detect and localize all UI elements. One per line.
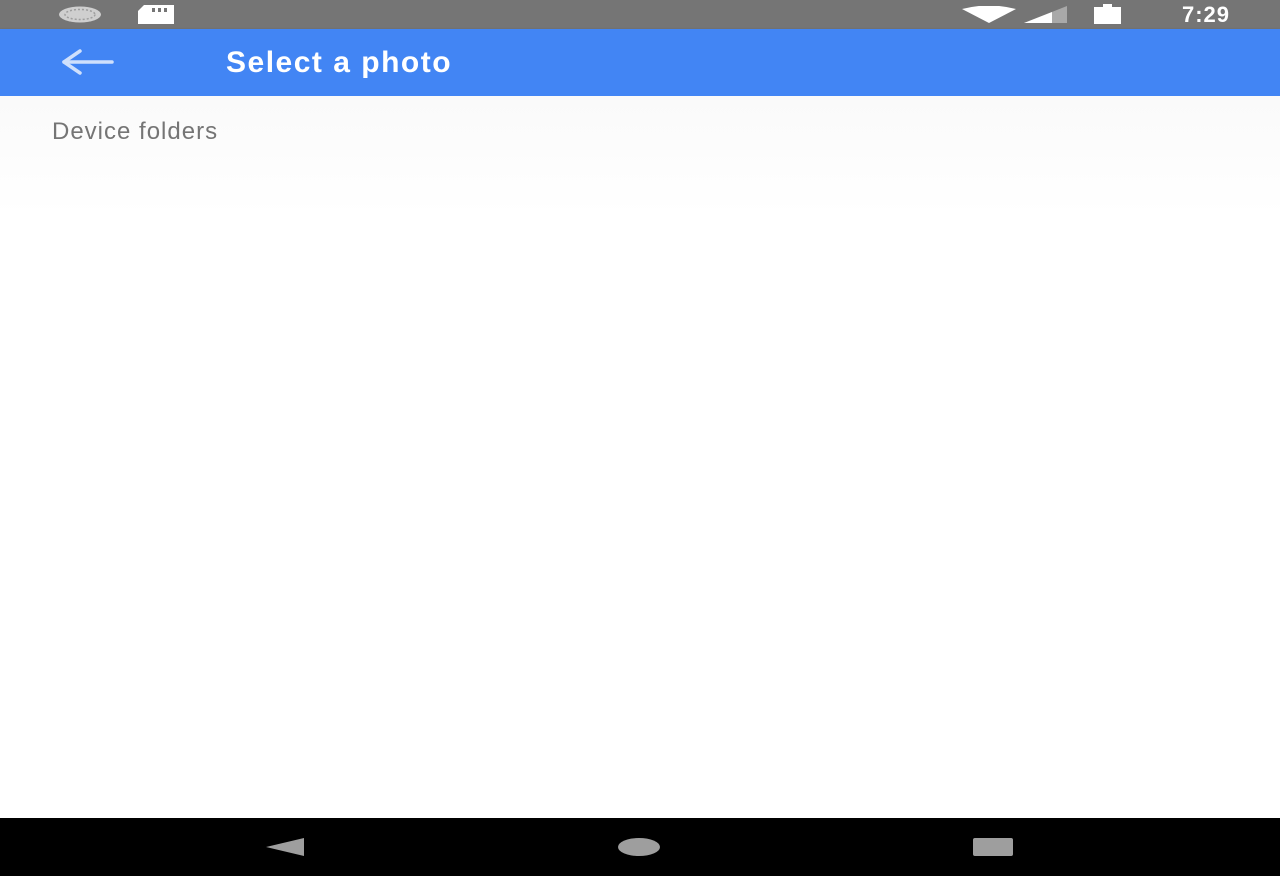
home-circle-icon[interactable] (618, 838, 660, 856)
app-bar: Select a photo (0, 29, 1280, 96)
sync-icon (59, 6, 101, 23)
arrow-back-icon (62, 49, 114, 75)
back-triangle-icon[interactable] (266, 838, 304, 856)
section-header-device-folders: Device folders (52, 118, 219, 145)
wifi-icon (962, 6, 1016, 23)
sd-card-icon (138, 5, 174, 24)
recents-square-icon[interactable] (973, 838, 1013, 856)
status-time: 7:29 (1181, 2, 1230, 27)
battery-icon (1094, 4, 1121, 24)
signal-icon (1024, 6, 1067, 23)
page-title: Select a photo (226, 46, 453, 79)
status-bar: 7:29 (0, 0, 1280, 29)
phone-screen: 7:29 Select a photo Device folders (0, 0, 1280, 876)
navigation-bar (0, 818, 1280, 876)
back-button[interactable] (50, 39, 126, 85)
folder-list: Device folders (0, 96, 1280, 818)
